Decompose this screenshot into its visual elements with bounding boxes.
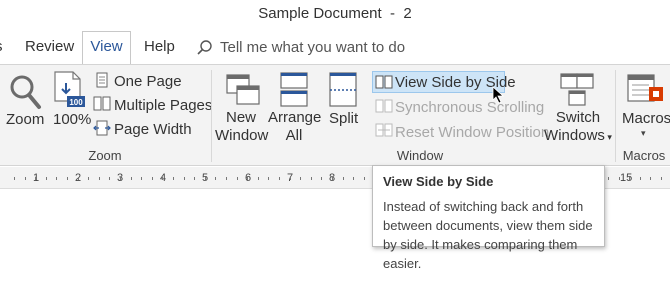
tab-view-label: View — [90, 38, 123, 55]
multiple-pages-button[interactable]: Multiple Pages — [114, 97, 212, 114]
ruler-tick — [226, 177, 227, 180]
ruler-tick — [99, 177, 100, 180]
switch-windows-line1: Switch — [555, 109, 601, 126]
macros-button[interactable]: Macros — [622, 110, 670, 127]
ruler-tick — [215, 177, 216, 180]
ruler-tick — [152, 177, 153, 180]
ruler-tick — [279, 177, 280, 180]
ruler-tick — [608, 177, 609, 180]
ruler-tick — [46, 177, 47, 180]
new-window-icon — [226, 74, 260, 105]
macros-group-label: Macros — [622, 148, 666, 163]
switch-windows-button[interactable]: Switch Windows ▾ — [544, 109, 612, 146]
magnifier-icon — [10, 75, 41, 109]
one-page-icon — [96, 72, 108, 88]
ruler-tick — [35, 177, 36, 180]
ruler-tick — [162, 177, 163, 180]
new-window-line1: New — [225, 109, 256, 126]
group-separator — [615, 70, 616, 162]
ruler-tick — [268, 177, 269, 180]
ruler-tick — [290, 177, 291, 180]
reset-window-position-icon — [375, 123, 393, 137]
ruler-tick — [237, 177, 238, 180]
tab-layout-partial[interactable]: s — [0, 38, 3, 55]
hundred-badge-text: 100 — [69, 98, 83, 107]
ruler-tick — [56, 177, 57, 180]
zoom-100-button[interactable]: 100% — [53, 111, 91, 128]
ruler-tick — [25, 177, 26, 180]
ruler-tick — [67, 177, 68, 180]
group-separator — [211, 70, 212, 162]
arrange-all-button[interactable]: Arrange All — [268, 109, 322, 145]
ruler-tick — [343, 177, 344, 180]
ruler-number: 1 — [33, 172, 40, 184]
synchronous-scrolling-button[interactable]: Synchronous Scrolling — [395, 99, 544, 116]
macros-dropdown-arrow-icon[interactable]: ▾ — [641, 128, 646, 139]
ruler-tick — [311, 177, 312, 180]
ruler-number: 15 — [620, 172, 633, 184]
tooltip-title: View Side by Side — [383, 174, 494, 189]
switch-windows-icon — [560, 73, 594, 106]
split-button[interactable]: Split — [329, 110, 358, 127]
ruler-tick — [131, 177, 132, 180]
page-100-icon: 100 — [54, 71, 85, 107]
multiple-pages-icon — [93, 96, 111, 111]
ruler-tick — [640, 177, 641, 180]
ruler-tick — [184, 177, 185, 180]
ruler-tick — [78, 177, 79, 180]
ruler-tick — [321, 177, 322, 180]
synchronous-scrolling-icon — [375, 99, 393, 113]
ruler-tick — [300, 177, 301, 180]
new-window-button[interactable]: New Window — [215, 109, 269, 145]
arrange-all-line1: Arrange — [268, 109, 322, 126]
ruler-tick — [247, 177, 248, 180]
new-window-line2: Window — [215, 127, 269, 144]
ruler-number: 4 — [160, 172, 167, 184]
ruler-tick — [332, 177, 333, 180]
zoom-button[interactable]: Zoom — [6, 111, 44, 128]
ruler-tick — [353, 177, 354, 180]
ruler-tick — [109, 177, 110, 180]
ruler-tick — [661, 177, 662, 180]
ruler-tick — [650, 177, 651, 180]
zoom-group-label: Zoom — [88, 148, 122, 163]
ruler-tick — [205, 177, 206, 180]
document-title: Sample Document - 2 — [258, 5, 412, 22]
ruler-tick — [619, 177, 620, 180]
page-width-button[interactable]: Page Width — [114, 121, 192, 138]
ruler-number: 6 — [245, 172, 252, 184]
arrange-all-line2: All — [285, 127, 303, 144]
window-group-label: Window — [396, 148, 444, 163]
tell-me-search[interactable]: Tell me what you want to do — [220, 39, 405, 56]
tab-help[interactable]: Help — [144, 38, 175, 55]
arrange-all-icon — [280, 72, 308, 107]
lightbulb-search-icon — [197, 40, 212, 55]
switch-windows-line2: Windows ▾ — [544, 127, 612, 144]
one-page-button[interactable]: One Page — [114, 73, 182, 90]
ruler-tick — [173, 177, 174, 180]
ruler-tick — [194, 177, 195, 180]
dropdown-arrow-icon: ▾ — [604, 132, 612, 142]
ruler-tick — [364, 177, 365, 180]
split-icon — [329, 72, 357, 107]
ruler-tick — [120, 177, 121, 180]
reset-window-position-button[interactable]: Reset Window Position — [395, 124, 549, 141]
page-width-icon — [93, 120, 111, 136]
ruler-tick — [88, 177, 89, 180]
ruler-tick — [141, 177, 142, 180]
tab-review[interactable]: Review — [25, 38, 74, 55]
ruler-tick — [258, 177, 259, 180]
ruler-tick — [14, 177, 15, 180]
macros-icon — [627, 74, 663, 102]
ruler-tick — [629, 177, 630, 180]
tooltip-body: Instead of switching back and forth betw… — [383, 199, 593, 271]
side-by-side-icon — [375, 75, 393, 89]
